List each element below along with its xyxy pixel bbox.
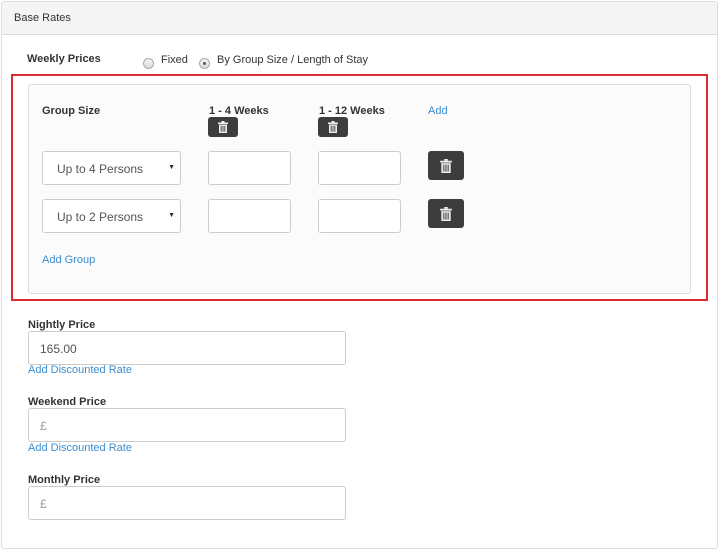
panel-header: Base Rates bbox=[2, 2, 717, 35]
weekly-prices-label: Weekly Prices bbox=[27, 53, 101, 65]
weekly-group-size-radio[interactable] bbox=[199, 58, 210, 69]
group-size-header: Group Size bbox=[42, 105, 101, 117]
trash-icon bbox=[440, 158, 452, 173]
price-input-row-2-col-2[interactable] bbox=[318, 199, 401, 233]
weekly-group-size-label[interactable]: By Group Size / Length of Stay bbox=[217, 54, 368, 66]
delete-row-2-button[interactable] bbox=[428, 199, 464, 228]
nightly-price-value: 165.00 bbox=[40, 342, 77, 356]
trash-icon bbox=[218, 121, 228, 133]
weekend-price-input[interactable]: £ bbox=[28, 408, 346, 442]
nightly-add-discounted-rate-link[interactable]: Add Discounted Rate bbox=[28, 364, 132, 376]
group-select-value: Up to 4 Persons bbox=[57, 162, 144, 176]
price-input-row-2-col-1[interactable] bbox=[208, 199, 291, 233]
group-select-row-1[interactable]: Up to 4 Persons ▼ bbox=[42, 151, 181, 185]
monthly-price-placeholder: £ bbox=[40, 497, 47, 511]
weekend-price-placeholder: £ bbox=[40, 419, 47, 433]
trash-icon bbox=[328, 121, 338, 133]
delete-row-1-button[interactable] bbox=[428, 151, 464, 180]
caret-down-icon: ▼ bbox=[168, 164, 175, 171]
weekend-add-discounted-rate-link[interactable]: Add Discounted Rate bbox=[28, 442, 132, 454]
group-select-value: Up to 2 Persons bbox=[57, 210, 144, 224]
panel-title: Base Rates bbox=[14, 12, 71, 24]
monthly-price-label: Monthly Price bbox=[28, 474, 101, 486]
add-group-link[interactable]: Add Group bbox=[42, 254, 95, 266]
delete-column-2-button[interactable] bbox=[318, 117, 348, 137]
price-input-row-1-col-2[interactable] bbox=[318, 151, 401, 185]
weekly-fixed-label[interactable]: Fixed bbox=[161, 54, 188, 66]
group-select-row-2[interactable]: Up to 2 Persons ▼ bbox=[42, 199, 181, 233]
caret-down-icon: ▼ bbox=[168, 212, 175, 219]
delete-column-1-button[interactable] bbox=[208, 117, 238, 137]
monthly-price-input[interactable]: £ bbox=[28, 486, 346, 520]
column-header-1-4-weeks: 1 - 4 Weeks bbox=[209, 105, 269, 117]
column-header-1-12-weeks: 1 - 12 Weeks bbox=[319, 105, 385, 117]
weekend-price-label: Weekend Price bbox=[28, 396, 107, 408]
nightly-price-label: Nightly Price bbox=[28, 319, 96, 331]
weekly-fixed-radio[interactable] bbox=[143, 58, 154, 69]
trash-icon bbox=[440, 206, 452, 221]
nightly-price-input[interactable]: 165.00 bbox=[28, 331, 346, 365]
add-column-link[interactable]: Add bbox=[428, 105, 448, 117]
price-input-row-1-col-1[interactable] bbox=[208, 151, 291, 185]
